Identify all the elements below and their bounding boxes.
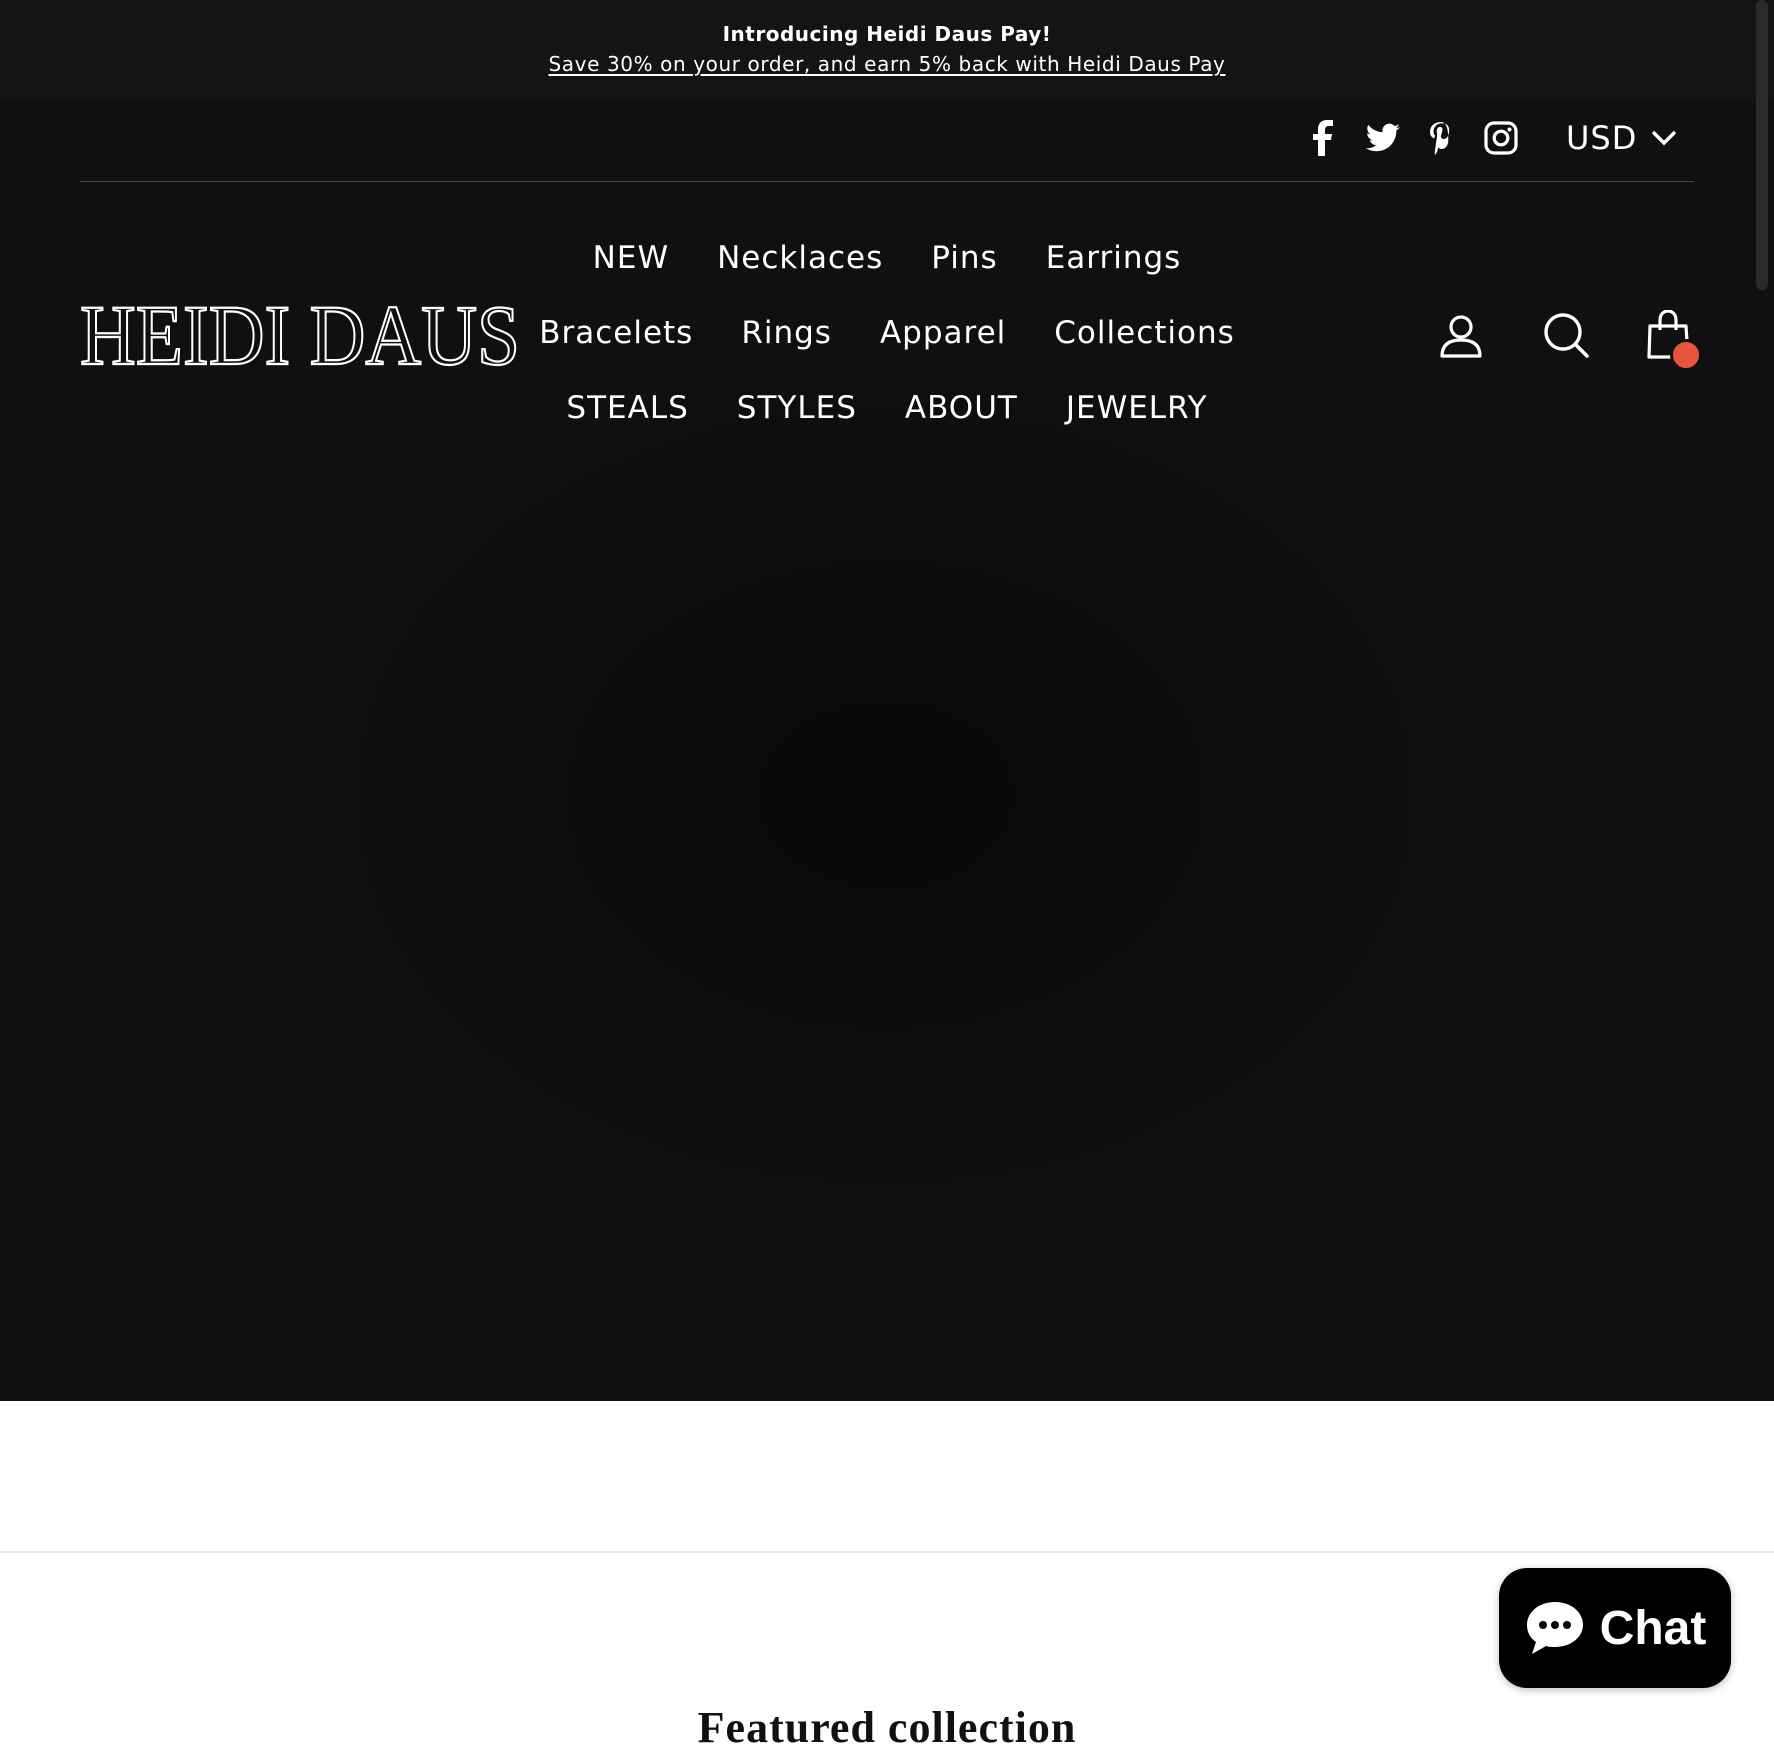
nav-item-earrings[interactable]: Earrings: [1046, 240, 1182, 276]
cart-badge: [1670, 339, 1702, 371]
nav-item-pins[interactable]: Pins: [931, 240, 997, 276]
nav-item-collections[interactable]: Collections: [1054, 315, 1235, 351]
nav-item-jewelry[interactable]: JEWELRY: [1066, 390, 1208, 426]
currency-selector[interactable]: USD: [1566, 119, 1677, 157]
nav-item-new[interactable]: NEW: [593, 240, 669, 276]
chat-button[interactable]: Chat: [1499, 1568, 1731, 1688]
section-divider: [0, 1551, 1774, 1553]
nav-item-steals[interactable]: STEALS: [566, 390, 688, 426]
nav-item-apparel[interactable]: Apparel: [880, 315, 1006, 351]
facebook-icon[interactable]: [1310, 118, 1338, 158]
user-icon[interactable]: [1440, 314, 1482, 362]
nav-row-3: STEALS STYLES ABOUT JEWELRY: [0, 390, 1774, 426]
chat-bubble-icon: [1526, 1602, 1583, 1654]
chat-label: Chat: [1599, 1601, 1707, 1655]
nav-item-bracelets[interactable]: Bracelets: [539, 315, 693, 351]
announcement-link[interactable]: Save 30% on your order, and earn 5% back…: [549, 52, 1226, 76]
nav-item-about[interactable]: ABOUT: [905, 390, 1018, 426]
nav-item-styles[interactable]: STYLES: [737, 390, 857, 426]
nav-item-rings[interactable]: Rings: [741, 315, 832, 351]
instagram-icon[interactable]: [1484, 118, 1518, 158]
currency-label: USD: [1566, 119, 1638, 157]
featured-collection-title: Featured collection: [697, 1703, 1077, 1752]
nav-row-1: NEW Necklaces Pins Earrings: [0, 240, 1774, 276]
pinterest-icon[interactable]: [1428, 118, 1454, 158]
scrollbar[interactable]: [1756, 0, 1768, 290]
header-divider: [80, 181, 1694, 182]
twitter-icon[interactable]: [1366, 118, 1400, 158]
search-icon[interactable]: [1543, 312, 1589, 362]
nav-row-2: Bracelets Rings Apparel Collections: [0, 315, 1774, 351]
announcement-bar: Introducing Heidi Daus Pay! Save 30% on …: [0, 0, 1774, 100]
announcement-subtitle: Save 30% on your order, and earn 5% back…: [0, 52, 1774, 76]
nav-item-necklaces[interactable]: Necklaces: [717, 240, 883, 276]
chevron-down-icon: [1652, 130, 1677, 146]
announcement-title: Introducing Heidi Daus Pay!: [722, 22, 1052, 46]
